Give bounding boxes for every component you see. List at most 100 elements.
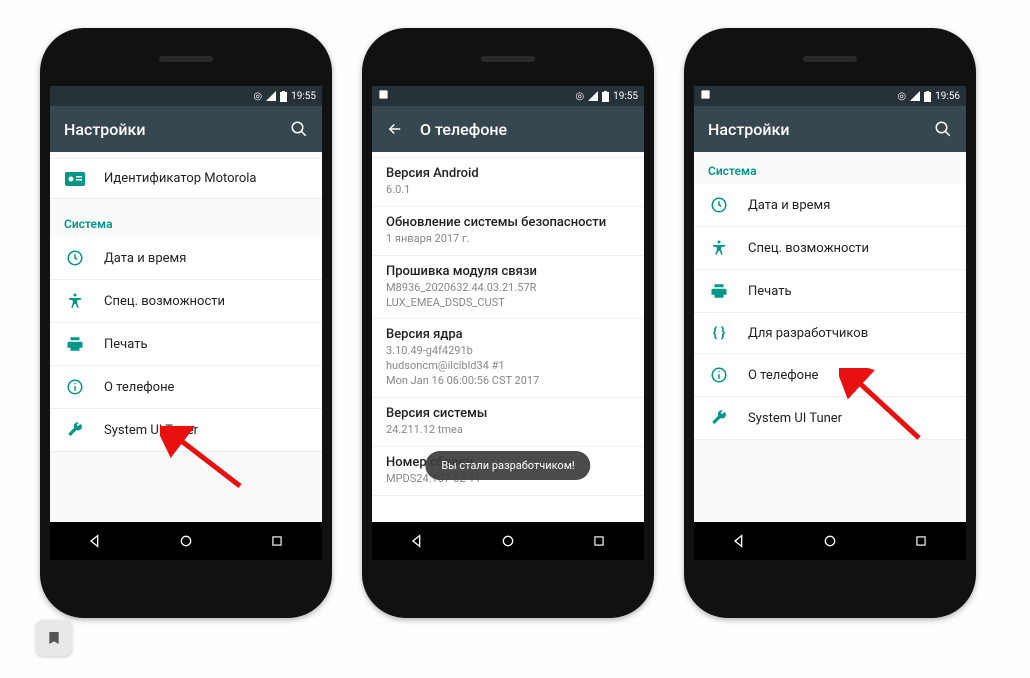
section-header-system: Система bbox=[694, 152, 966, 184]
nav-bar bbox=[694, 522, 966, 560]
bookmark-button[interactable] bbox=[36, 620, 72, 656]
settings-item-label: Спец. возможности bbox=[104, 294, 225, 309]
search-icon[interactable] bbox=[290, 120, 308, 138]
bookmark-icon bbox=[46, 629, 62, 647]
settings-item-print[interactable]: Печать bbox=[694, 270, 966, 313]
app-bar: Настройки bbox=[694, 106, 966, 152]
nav-bar bbox=[372, 522, 644, 560]
app-bar: О телефоне bbox=[372, 106, 644, 152]
about-item-title: Версия системы bbox=[386, 406, 630, 421]
about-list: Версия Android 6.0.1 Обновление системы … bbox=[372, 152, 644, 560]
about-item-value: M8936_2020632.44.03.21.57R LUX_EMEA_DSDS… bbox=[386, 281, 630, 311]
braces-icon: { } bbox=[708, 325, 730, 341]
phone-speaker bbox=[803, 56, 857, 62]
battery-icon bbox=[280, 91, 287, 102]
nav-bar bbox=[50, 522, 322, 560]
toast-developer: Вы стали разработчиком! bbox=[425, 451, 590, 480]
nav-home-button[interactable] bbox=[488, 533, 528, 549]
nav-recent-button[interactable] bbox=[901, 534, 941, 548]
phone-speaker bbox=[481, 56, 535, 62]
about-item-android-version[interactable]: Версия Android 6.0.1 bbox=[372, 158, 644, 207]
screen-2: ◎ 19:55 О телефоне Версия Android 6.0.1 … bbox=[372, 86, 644, 560]
settings-list: Идентификатор Motorola Система Дата и вр… bbox=[50, 152, 322, 560]
accessibility-icon bbox=[64, 292, 86, 310]
about-item-system-version[interactable]: Версия системы 24.211.12 tmea bbox=[372, 398, 644, 447]
settings-item-label: System UI Tuner bbox=[748, 411, 842, 426]
nav-recent-button[interactable] bbox=[257, 534, 297, 548]
settings-item-label: Дата и время bbox=[104, 251, 186, 266]
settings-list: Система Дата и время Спец. возможности П… bbox=[694, 152, 966, 560]
target-icon: ◎ bbox=[253, 91, 262, 102]
battery-icon bbox=[924, 91, 931, 102]
signal-icon bbox=[910, 91, 920, 101]
status-bar: ◎ 19:56 bbox=[694, 86, 966, 106]
nav-back-button[interactable] bbox=[719, 533, 759, 549]
settings-item-about-phone[interactable]: О телефоне bbox=[694, 354, 966, 397]
about-item-value: 6.0.1 bbox=[386, 183, 630, 198]
clock: 19:55 bbox=[613, 91, 638, 102]
screenshot-icon bbox=[700, 89, 711, 103]
about-item-title: Версия ядра bbox=[386, 327, 630, 342]
target-icon: ◎ bbox=[575, 91, 584, 102]
info-icon bbox=[708, 366, 730, 384]
clock-icon bbox=[64, 249, 86, 267]
about-item-value: 24.211.12 tmea bbox=[386, 423, 630, 438]
section-header-system: Система bbox=[50, 205, 322, 237]
settings-item-system-ui-tuner[interactable]: System UI Tuner bbox=[694, 397, 966, 440]
target-icon: ◎ bbox=[897, 91, 906, 102]
settings-item-accessibility[interactable]: Спец. возможности bbox=[694, 227, 966, 270]
id-card-icon bbox=[64, 172, 86, 186]
settings-item-date-time[interactable]: Дата и время bbox=[694, 184, 966, 227]
nav-home-button[interactable] bbox=[810, 533, 850, 549]
about-item-value: 3.10.49-g4f4291b hudsoncm@ilclbld34 #1 M… bbox=[386, 344, 630, 389]
nav-recent-button[interactable] bbox=[579, 534, 619, 548]
accessibility-icon bbox=[708, 239, 730, 257]
print-icon bbox=[64, 335, 86, 353]
settings-item-label: Печать bbox=[748, 284, 792, 299]
clock: 19:55 bbox=[291, 91, 316, 102]
settings-item-system-ui-tuner[interactable]: System UI Tuner bbox=[50, 409, 322, 452]
settings-item-developer-options[interactable]: { } Для разработчиков bbox=[694, 313, 966, 354]
app-bar-title: Настройки bbox=[708, 120, 918, 139]
battery-icon bbox=[602, 91, 609, 102]
settings-item-date-time[interactable]: Дата и время bbox=[50, 237, 322, 280]
about-item-title: Прошивка модуля связи bbox=[386, 264, 630, 279]
signal-icon bbox=[266, 91, 276, 101]
about-item-security-patch[interactable]: Обновление системы безопасности 1 января… bbox=[372, 207, 644, 256]
screen-1: ◎ 19:55 Настройки Идентификатор Motorola… bbox=[50, 86, 322, 560]
search-icon[interactable] bbox=[934, 120, 952, 138]
signal-icon bbox=[588, 91, 598, 101]
screen-3: ◎ 19:56 Настройки Система Дата и время С… bbox=[694, 86, 966, 560]
phone-frame-1: ◎ 19:55 Настройки Идентификатор Motorola… bbox=[40, 28, 332, 618]
settings-item-label: Для разработчиков bbox=[748, 326, 868, 341]
settings-item-label: Дата и время bbox=[748, 198, 830, 213]
clock-icon bbox=[708, 196, 730, 214]
settings-item-label: Идентификатор Motorola bbox=[104, 171, 256, 186]
nav-home-button[interactable] bbox=[166, 533, 206, 549]
phone-frame-3: ◎ 19:56 Настройки Система Дата и время С… bbox=[684, 28, 976, 618]
about-item-kernel[interactable]: Версия ядра 3.10.49-g4f4291b hudsoncm@il… bbox=[372, 319, 644, 398]
status-bar: ◎ 19:55 bbox=[50, 86, 322, 106]
status-bar: ◎ 19:55 bbox=[372, 86, 644, 106]
info-icon bbox=[64, 378, 86, 396]
settings-item-label: Спец. возможности bbox=[748, 241, 869, 256]
app-bar: Настройки bbox=[50, 106, 322, 152]
settings-item-motorola-id[interactable]: Идентификатор Motorola bbox=[50, 158, 322, 199]
nav-back-button[interactable] bbox=[397, 533, 437, 549]
settings-item-about-phone[interactable]: О телефоне bbox=[50, 366, 322, 409]
back-arrow-icon[interactable] bbox=[386, 120, 404, 138]
about-item-value: 1 января 2017 г. bbox=[386, 232, 630, 247]
wrench-icon bbox=[708, 409, 730, 427]
settings-item-label: Печать bbox=[104, 337, 148, 352]
about-item-title: Версия Android bbox=[386, 166, 630, 181]
clock: 19:56 bbox=[935, 91, 960, 102]
settings-item-accessibility[interactable]: Спец. возможности bbox=[50, 280, 322, 323]
settings-item-label: О телефоне bbox=[104, 380, 174, 395]
phone-speaker bbox=[159, 56, 213, 62]
wrench-icon bbox=[64, 421, 86, 439]
nav-back-button[interactable] bbox=[75, 533, 115, 549]
about-item-baseband[interactable]: Прошивка модуля связи M8936_2020632.44.0… bbox=[372, 256, 644, 320]
settings-item-print[interactable]: Печать bbox=[50, 323, 322, 366]
print-icon bbox=[708, 282, 730, 300]
screenshot-icon bbox=[378, 89, 389, 103]
